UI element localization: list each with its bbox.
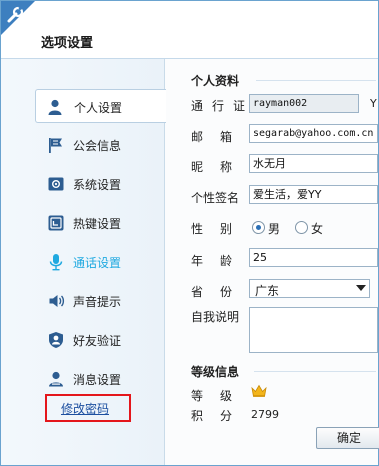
province-selected-value: 广东 <box>255 284 280 298</box>
wrench-icon <box>1 1 35 35</box>
points-label: 积分 <box>191 409 250 423</box>
nav-item-label: 热键设置 <box>73 217 122 231</box>
flag-icon <box>49 138 62 153</box>
options-window: 选项设置 个人设置 公会信息 系统设置 热键设置 通话设置 声音提示 好友验证 … <box>0 0 379 466</box>
nav-item-label: 消息设置 <box>73 373 122 387</box>
section-divider <box>254 371 376 372</box>
nav-item-message-settings[interactable]: 消息设置 <box>1 362 165 396</box>
system-settings-icon <box>48 177 64 191</box>
level-section-title: 等级信息 <box>191 365 240 379</box>
gender-female-radio[interactable] <box>295 221 308 234</box>
gender-male-label[interactable]: 男 <box>268 220 280 237</box>
nav-item-label: 通话设置 <box>73 256 122 270</box>
nickname-field[interactable]: 水无月 <box>249 154 378 173</box>
nav-item-friend-verification[interactable]: 好友验证 <box>1 323 165 357</box>
speaker-icon <box>49 295 65 307</box>
nav-item-label: 系统设置 <box>73 178 122 192</box>
nav-item-call-settings[interactable]: 通话设置 <box>1 245 165 279</box>
crown-icon <box>251 384 267 397</box>
gender-female-label[interactable]: 女 <box>311 220 323 237</box>
chevron-down-icon[interactable] <box>356 285 366 291</box>
age-label: 年龄 <box>191 254 250 268</box>
age-field[interactable]: 25 <box>249 248 378 267</box>
keyboard-key-icon <box>48 215 64 231</box>
nav-item-hotkey-settings[interactable]: 热键设置 <box>1 206 165 240</box>
personal-settings-panel: 个人资料 通行证 rayman002 Y 邮箱 segarab@yahoo.co… <box>166 59 379 465</box>
nav-item-personal-settings[interactable]: 个人设置 <box>35 89 166 123</box>
nav-item-label: 声音提示 <box>73 295 122 309</box>
nav-item-label: 好友验证 <box>73 334 122 348</box>
email-label: 邮箱 <box>191 130 250 144</box>
window-title: 选项设置 <box>41 36 94 51</box>
points-value: 2799 <box>251 408 279 421</box>
province-label: 省份 <box>191 285 250 299</box>
section-divider <box>256 80 376 81</box>
profile-section-title: 个人资料 <box>191 74 240 88</box>
signature-field[interactable]: 爱生活，爱YY <box>249 185 378 204</box>
title-bar[interactable]: 选项设置 <box>1 1 378 59</box>
nav-item-system-settings[interactable]: 系统设置 <box>1 167 165 201</box>
passport-trailing-text: Y <box>370 97 377 110</box>
message-person-icon <box>49 371 63 387</box>
email-field[interactable]: segarab@yahoo.com.cn <box>249 124 378 143</box>
nav-item-label: 公会信息 <box>73 139 122 153</box>
grade-label: 等级 <box>191 389 250 403</box>
microphone-icon <box>49 254 63 271</box>
passport-label: 通行证 <box>191 99 255 113</box>
gender-label: 性别 <box>191 222 250 236</box>
province-select[interactable]: 广东 <box>249 279 370 298</box>
nav-item-sound-alerts[interactable]: 声音提示 <box>1 284 165 318</box>
shield-person-icon <box>49 332 63 348</box>
intro-textarea[interactable] <box>249 307 378 353</box>
change-password-link[interactable]: 修改密码 <box>61 400 109 417</box>
change-password-highlight: 修改密码 <box>45 394 131 422</box>
ok-button[interactable]: 确定 <box>316 427 379 449</box>
person-icon <box>48 99 62 115</box>
signature-label: 个性签名 <box>191 191 240 205</box>
passport-field: rayman002 <box>249 94 359 113</box>
nav-item-label: 个人设置 <box>74 101 123 115</box>
nickname-label: 昵称 <box>191 160 250 174</box>
nav-item-guild-info[interactable]: 公会信息 <box>1 128 165 162</box>
intro-label: 自我说明 <box>191 310 240 324</box>
gender-male-radio[interactable] <box>252 221 265 234</box>
